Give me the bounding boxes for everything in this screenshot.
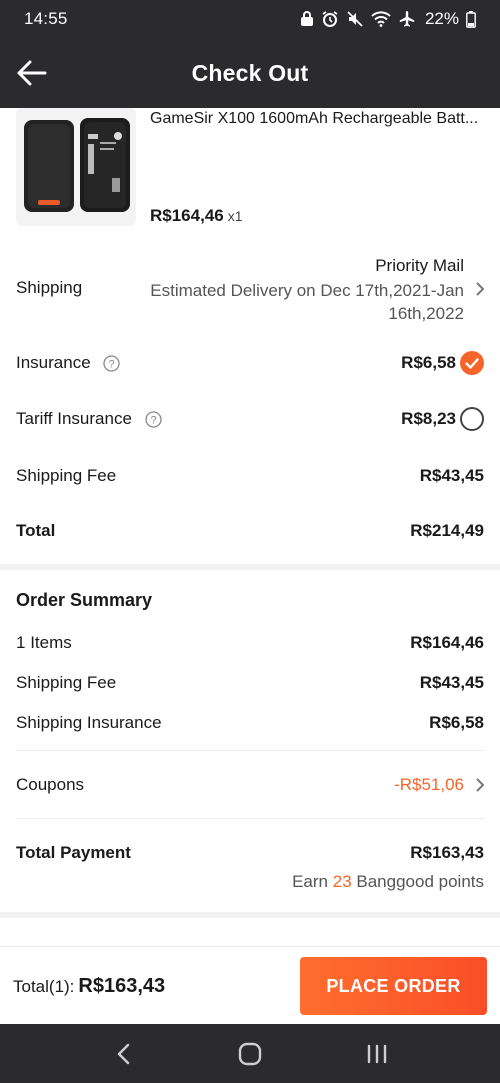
total-payment-value: R$163,43 xyxy=(410,843,484,862)
divider xyxy=(16,818,484,819)
shipping-fee-label: Shipping Fee xyxy=(16,466,117,485)
insurance-label-wrap: Insurance ? xyxy=(16,353,121,373)
total-payment-label: Total Payment xyxy=(16,843,131,862)
tariff-insurance-label: Tariff Insurance xyxy=(16,409,132,428)
battery-percent: 22% xyxy=(424,9,459,28)
tariff-insurance-row: Tariff Insurance ? R$8,23 xyxy=(16,402,484,436)
insurance-value: R$6,58 xyxy=(401,353,456,372)
summary-shipping-fee-value: R$43,45 xyxy=(419,673,484,692)
nav-back-button[interactable] xyxy=(93,1029,153,1079)
insurance-value-wrap: R$6,58 xyxy=(401,351,484,375)
total-payment-row: Total Payment R$163,43 xyxy=(16,836,484,870)
system-nav-bar xyxy=(0,1024,500,1083)
battery-icon xyxy=(466,10,476,28)
tariff-label-wrap: Tariff Insurance ? xyxy=(16,409,162,429)
product-item[interactable]: GameSir X100 1600mAh Rechargeable Batt..… xyxy=(0,108,500,238)
checkout-bottom-bar: Total(1): R$163,43 PLACE ORDER xyxy=(0,946,500,1024)
nav-recents-button[interactable] xyxy=(347,1029,407,1079)
chevron-right-icon xyxy=(476,778,484,792)
nav-back-icon xyxy=(118,1043,130,1064)
product-battery-illustration xyxy=(16,108,136,226)
nav-home-button[interactable] xyxy=(220,1029,280,1079)
shipping-method-row[interactable]: Shipping Priority Mail Estimated Deliver… xyxy=(16,254,485,324)
help-icon[interactable]: ? xyxy=(103,355,121,372)
mute-icon xyxy=(347,11,363,27)
earn-points-text: Earn 23 Banggood points xyxy=(292,872,484,892)
coupons-value-wrap: -R$51,06 xyxy=(394,775,484,795)
app-header: Check Out xyxy=(0,38,500,108)
back-button[interactable] xyxy=(14,56,50,90)
nav-home-icon xyxy=(238,1042,262,1065)
summary-items-label: 1 Items xyxy=(16,633,72,653)
arrow-left-icon xyxy=(17,60,47,86)
product-quantity: x1 xyxy=(227,208,243,224)
summary-shipping-insurance-row: Shipping Insurance R$6,58 xyxy=(16,708,484,738)
section-divider xyxy=(0,564,500,570)
insurance-label: Insurance xyxy=(16,353,91,372)
earn-points: 23 xyxy=(332,872,352,891)
insurance-row: Insurance ? R$6,58 xyxy=(16,346,484,380)
divider xyxy=(16,750,484,751)
items-count: 1 xyxy=(16,633,26,652)
bottom-total-value: R$163,43 xyxy=(78,975,166,997)
wifi-icon xyxy=(371,11,391,27)
coupons-value: -R$51,06 xyxy=(394,775,464,794)
total-row: Total R$214,49 xyxy=(16,514,484,548)
airplane-icon xyxy=(399,11,415,27)
bottom-total-label: Total(1): xyxy=(13,977,75,996)
checkmark-icon xyxy=(465,357,479,369)
shipping-label: Shipping xyxy=(16,278,83,297)
earn-suffix: Banggood points xyxy=(356,872,484,891)
alarm-icon xyxy=(322,11,338,27)
tariff-value-wrap: R$8,23 xyxy=(401,407,484,431)
section-divider xyxy=(0,912,500,918)
earn-prefix: Earn xyxy=(292,872,328,891)
total-value: R$214,49 xyxy=(410,521,484,540)
shipping-fee-value: R$43,45 xyxy=(419,466,484,485)
status-time: 14:55 xyxy=(24,9,68,28)
summary-shipping-insurance-label: Shipping Insurance xyxy=(16,713,162,732)
place-order-button[interactable]: PLACE ORDER xyxy=(300,957,487,1015)
shipping-eta: Estimated Delivery on Dec 17th,2021-Jan … xyxy=(150,281,464,323)
svg-text:?: ? xyxy=(150,415,156,427)
page-title: Check Out xyxy=(191,59,309,86)
bottom-total: Total(1): R$163,43 xyxy=(13,975,165,998)
summary-items-value: R$164,46 xyxy=(410,633,484,652)
status-icons: 22% xyxy=(300,9,476,29)
nav-recents-icon xyxy=(367,1044,386,1063)
chevron-right-icon xyxy=(476,280,485,301)
product-image[interactable] xyxy=(16,108,136,226)
insurance-checkbox[interactable] xyxy=(460,351,484,375)
total-label: Total xyxy=(16,521,56,540)
summary-shipping-insurance-value: R$6,58 xyxy=(429,713,484,732)
summary-shipping-fee-row: Shipping Fee R$43,45 xyxy=(16,668,484,698)
order-summary-title: Order Summary xyxy=(16,590,153,610)
coupons-row[interactable]: Coupons -R$51,06 xyxy=(16,768,484,802)
shipping-method: Priority Mail xyxy=(375,256,464,275)
shipping-fee-row: Shipping Fee R$43,45 xyxy=(16,459,484,493)
tariff-insurance-value: R$8,23 xyxy=(401,409,456,428)
svg-text:?: ? xyxy=(109,359,115,371)
summary-shipping-fee-label: Shipping Fee xyxy=(16,673,117,692)
tariff-insurance-checkbox[interactable] xyxy=(460,407,484,431)
summary-items-row: 1 Items R$164,46 xyxy=(16,628,484,658)
lock-icon xyxy=(300,11,313,26)
status-bar: 14:55 22% xyxy=(0,0,500,38)
product-price: R$164,46 x1 xyxy=(150,206,243,226)
product-name: GameSir X100 1600mAh Rechargeable Batt..… xyxy=(150,110,479,127)
product-price-value: R$164,46 xyxy=(150,206,224,225)
coupons-label: Coupons xyxy=(16,775,85,794)
items-label: Items xyxy=(30,633,72,652)
help-icon[interactable]: ? xyxy=(145,411,162,428)
